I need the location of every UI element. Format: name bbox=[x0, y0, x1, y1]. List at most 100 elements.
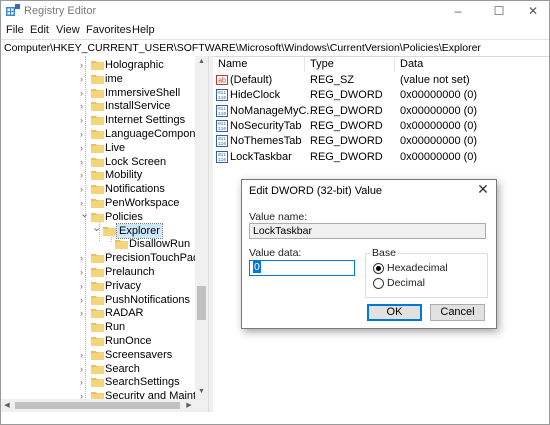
ok-button[interactable]: OK bbox=[367, 304, 422, 321]
chevron-right-icon[interactable]: › bbox=[80, 281, 88, 291]
close-button[interactable]: ✕ bbox=[516, 2, 549, 20]
tree-item-label[interactable]: RunOnce bbox=[105, 334, 151, 348]
tree-item-label[interactable]: PrecisionTouchPad bbox=[105, 251, 199, 265]
value-name[interactable]: (Default) bbox=[230, 74, 272, 86]
tree-item-label[interactable]: Policies bbox=[105, 210, 143, 224]
scrollbar-thumb[interactable] bbox=[197, 286, 206, 320]
value-row[interactable]: 011 110 NoSecurityTab REG_DWORD 0x00000000 (… bbox=[213, 119, 543, 134]
chevron-down-icon[interactable]: ⌄ bbox=[92, 222, 101, 233]
maximize-button[interactable]: ☐ bbox=[482, 2, 516, 20]
chevron-right-icon[interactable]: › bbox=[80, 184, 88, 194]
tree-item-privacy[interactable]: › Privacy bbox=[1, 279, 196, 293]
tree-item-label[interactable]: InstallService bbox=[105, 99, 170, 113]
tree-item-internet-settings[interactable]: › Internet Settings bbox=[1, 113, 196, 127]
tree-item-label[interactable]: LanguageComponent bbox=[105, 127, 208, 141]
tree-item-prelaunch[interactable]: › Prelaunch bbox=[1, 265, 196, 279]
tree-item-lock-screen[interactable]: › Lock Screen bbox=[1, 155, 196, 169]
address-bar[interactable]: Computer\HKEY_CURRENT_USER\SOFTWARE\Micr… bbox=[1, 39, 549, 57]
tree-item-explorer[interactable]: ⌄ Explorer bbox=[1, 222, 196, 239]
chevron-right-icon[interactable]: › bbox=[80, 115, 88, 125]
value-name[interactable]: LockTaskbar bbox=[230, 151, 292, 163]
chevron-right-icon[interactable]: › bbox=[80, 253, 88, 263]
tree-item-label[interactable]: DisallowRun bbox=[129, 237, 190, 251]
menu-favorites[interactable]: Favorites bbox=[86, 24, 131, 36]
menu-edit[interactable]: Edit bbox=[30, 24, 49, 36]
scroll-right-arrow-icon[interactable]: ▶ bbox=[183, 399, 195, 412]
hexadecimal-radio[interactable] bbox=[373, 263, 384, 274]
chevron-right-icon[interactable]: › bbox=[80, 74, 88, 84]
value-name[interactable]: NoThemesTab bbox=[230, 135, 302, 147]
tree-horizontal-scrollbar[interactable]: ◀ ▶ bbox=[1, 399, 195, 412]
tree-item-radar[interactable]: › RADAR bbox=[1, 306, 196, 320]
chevron-right-icon[interactable]: › bbox=[80, 60, 88, 70]
tree-item-label[interactable]: Run bbox=[105, 320, 125, 334]
tree-item-label[interactable]: Search bbox=[105, 362, 140, 376]
value-name[interactable]: NoManageMyC... bbox=[230, 105, 316, 117]
value-row[interactable]: ab (Default) REG_SZ (value not set) bbox=[213, 73, 543, 88]
tree-item-screensavers[interactable]: › Screensavers bbox=[1, 348, 196, 362]
tree-item-label[interactable]: Explorer bbox=[116, 222, 163, 239]
value-data-text[interactable]: 0 bbox=[253, 261, 261, 273]
value-name[interactable]: NoSecurityTab bbox=[230, 120, 302, 132]
chevron-right-icon[interactable]: › bbox=[80, 88, 88, 98]
tree-vertical-scrollbar[interactable]: ▲ ▼ bbox=[195, 56, 208, 412]
tree-item-label[interactable]: Live bbox=[105, 141, 125, 155]
chevron-right-icon[interactable]: › bbox=[80, 157, 88, 167]
tree-item-label[interactable]: Holographic bbox=[105, 58, 164, 72]
column-header-type[interactable]: Type bbox=[310, 58, 334, 70]
tree-item-label[interactable]: ImmersiveShell bbox=[105, 86, 180, 100]
value-row[interactable]: 011 110 LockTaskbar REG_DWORD 0x00000000 (0) bbox=[213, 150, 543, 165]
chevron-right-icon[interactable]: › bbox=[80, 143, 88, 153]
cancel-button[interactable]: Cancel bbox=[430, 304, 485, 321]
tree-item-label[interactable]: Privacy bbox=[105, 279, 141, 293]
tree-item-label[interactable]: Mobility bbox=[105, 168, 142, 182]
hexadecimal-label[interactable]: Hexadecimal bbox=[387, 262, 448, 274]
tree-item-search[interactable]: › Search bbox=[1, 362, 196, 376]
value-row[interactable]: 011 110 NoThemesTab REG_DWORD 0x00000000 (0) bbox=[213, 134, 543, 149]
address-path[interactable]: Computer\HKEY_CURRENT_USER\SOFTWARE\Micr… bbox=[4, 42, 481, 54]
menu-help[interactable]: Help bbox=[132, 24, 155, 36]
tree-item-ime[interactable]: › ime bbox=[1, 72, 196, 86]
chevron-right-icon[interactable]: › bbox=[80, 170, 88, 180]
column-separator[interactable] bbox=[304, 56, 305, 72]
tree-item-mobility[interactable]: › Mobility bbox=[1, 168, 196, 182]
tree-item-notifications[interactable]: › Notifications bbox=[1, 182, 196, 196]
menu-file[interactable]: File bbox=[6, 24, 24, 36]
column-header-data[interactable]: Data bbox=[400, 58, 423, 70]
tree-item-run[interactable]: Run bbox=[1, 320, 196, 334]
minimize-button[interactable]: – bbox=[441, 2, 475, 20]
decimal-label[interactable]: Decimal bbox=[387, 277, 425, 289]
value-row[interactable]: 011 110 HideClock REG_DWORD 0x00000000 (0) bbox=[213, 88, 543, 103]
chevron-right-icon[interactable]: › bbox=[80, 295, 88, 305]
tree-item-label[interactable]: Screensavers bbox=[105, 348, 172, 362]
tree-item-label[interactable]: Notifications bbox=[105, 182, 165, 196]
tree-item-searchsettings[interactable]: › SearchSettings bbox=[1, 375, 196, 389]
tree-item-runonce[interactable]: RunOnce bbox=[1, 334, 196, 348]
tree-item-pushnotifications[interactable]: › PushNotifications bbox=[1, 293, 196, 307]
chevron-right-icon[interactable]: › bbox=[80, 198, 88, 208]
tree-item-label[interactable]: RADAR bbox=[105, 306, 144, 320]
tree-item-immersiveshell[interactable]: › ImmersiveShell bbox=[1, 86, 196, 100]
dialog-close-icon[interactable]: ✕ bbox=[476, 182, 490, 196]
chevron-right-icon[interactable]: › bbox=[80, 129, 88, 139]
column-header-name[interactable]: Name bbox=[218, 58, 247, 70]
scroll-up-arrow-icon[interactable]: ▲ bbox=[195, 56, 208, 68]
tree-item-languagecomponent[interactable]: › LanguageComponent bbox=[1, 127, 208, 141]
tree-item-penworkspace[interactable]: › PenWorkspace bbox=[1, 196, 196, 210]
chevron-right-icon[interactable]: › bbox=[80, 267, 88, 277]
chevron-right-icon[interactable]: › bbox=[80, 350, 88, 360]
tree-item-label[interactable]: Internet Settings bbox=[105, 113, 185, 127]
tree-item-label[interactable]: SearchSettings bbox=[105, 375, 180, 389]
tree-item-live[interactable]: › Live bbox=[1, 141, 196, 155]
chevron-down-icon[interactable]: ⌄ bbox=[80, 208, 89, 219]
column-separator[interactable] bbox=[394, 56, 395, 72]
scroll-left-arrow-icon[interactable]: ◀ bbox=[1, 399, 13, 412]
value-data-input[interactable]: 0 bbox=[249, 260, 355, 276]
decimal-radio[interactable] bbox=[373, 278, 384, 289]
menu-view[interactable]: View bbox=[56, 24, 80, 36]
chevron-right-icon[interactable]: › bbox=[80, 377, 88, 387]
chevron-right-icon[interactable]: › bbox=[80, 364, 88, 374]
tree-item-label[interactable]: Lock Screen bbox=[105, 155, 166, 169]
tree-item-label[interactable]: ime bbox=[105, 72, 123, 86]
tree-item-holographic[interactable]: › Holographic bbox=[1, 58, 196, 72]
